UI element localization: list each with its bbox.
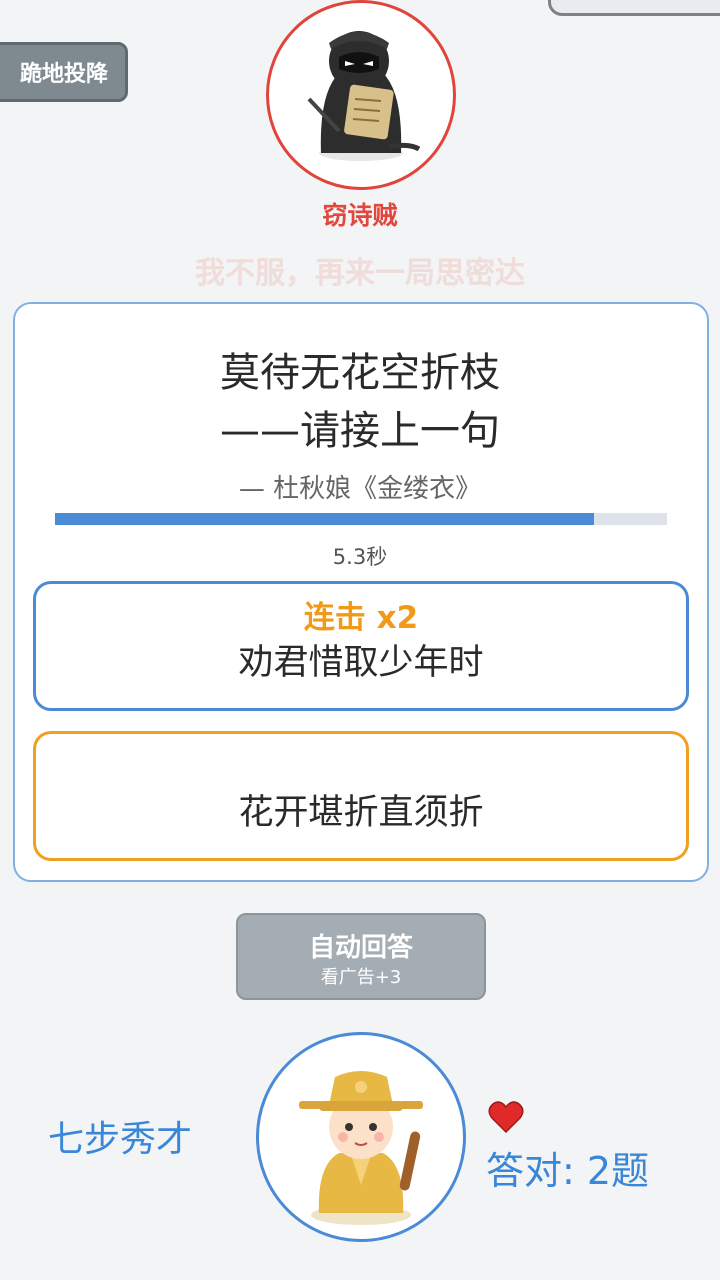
answer-option-2-text: 花开堪折直须折: [238, 793, 484, 833]
ninja-thief-avatar-icon: [307, 31, 421, 161]
auto-answer-button[interactable]: 自动回答 看广告+3: [236, 913, 486, 1000]
question-verse: 莫待无花空折枝: [220, 350, 500, 396]
top-right-menu-tab[interactable]: [548, 0, 720, 16]
answer-option-1-text: 劝君惜取少年时: [238, 643, 484, 683]
timer-text: 5.3秒: [332, 545, 388, 569]
heart-icon: [488, 1101, 524, 1134]
answer-option-1[interactable]: 连击 x2 劝君惜取少年时: [33, 581, 689, 711]
answer-option-2[interactable]: 花开堪折直须折: [33, 731, 689, 861]
question-source: — 杜秋娘《金缕衣》: [238, 474, 482, 504]
auto-answer-label: 自动回答: [308, 933, 413, 963]
player-avatar: [256, 1032, 466, 1242]
opponent-avatar: [266, 0, 456, 190]
timer-progress-bar: [55, 513, 667, 525]
player-name: 七步秀才: [48, 1119, 193, 1160]
timer-progress-fill: [55, 513, 594, 525]
auto-answer-sublabel: 看广告+3: [320, 967, 402, 988]
scholar-avatar-icon: [299, 1071, 423, 1225]
opponent-taunt-text: 我不服，再来一局思密达: [195, 256, 525, 291]
question-prompt: ——请接上一句: [220, 408, 500, 454]
opponent-name: 窃诗贼: [322, 201, 398, 230]
score-text: 答对: 2题: [486, 1149, 650, 1193]
surrender-button[interactable]: 跪地投降: [0, 42, 128, 102]
combo-badge: 连击 x2: [303, 600, 419, 636]
